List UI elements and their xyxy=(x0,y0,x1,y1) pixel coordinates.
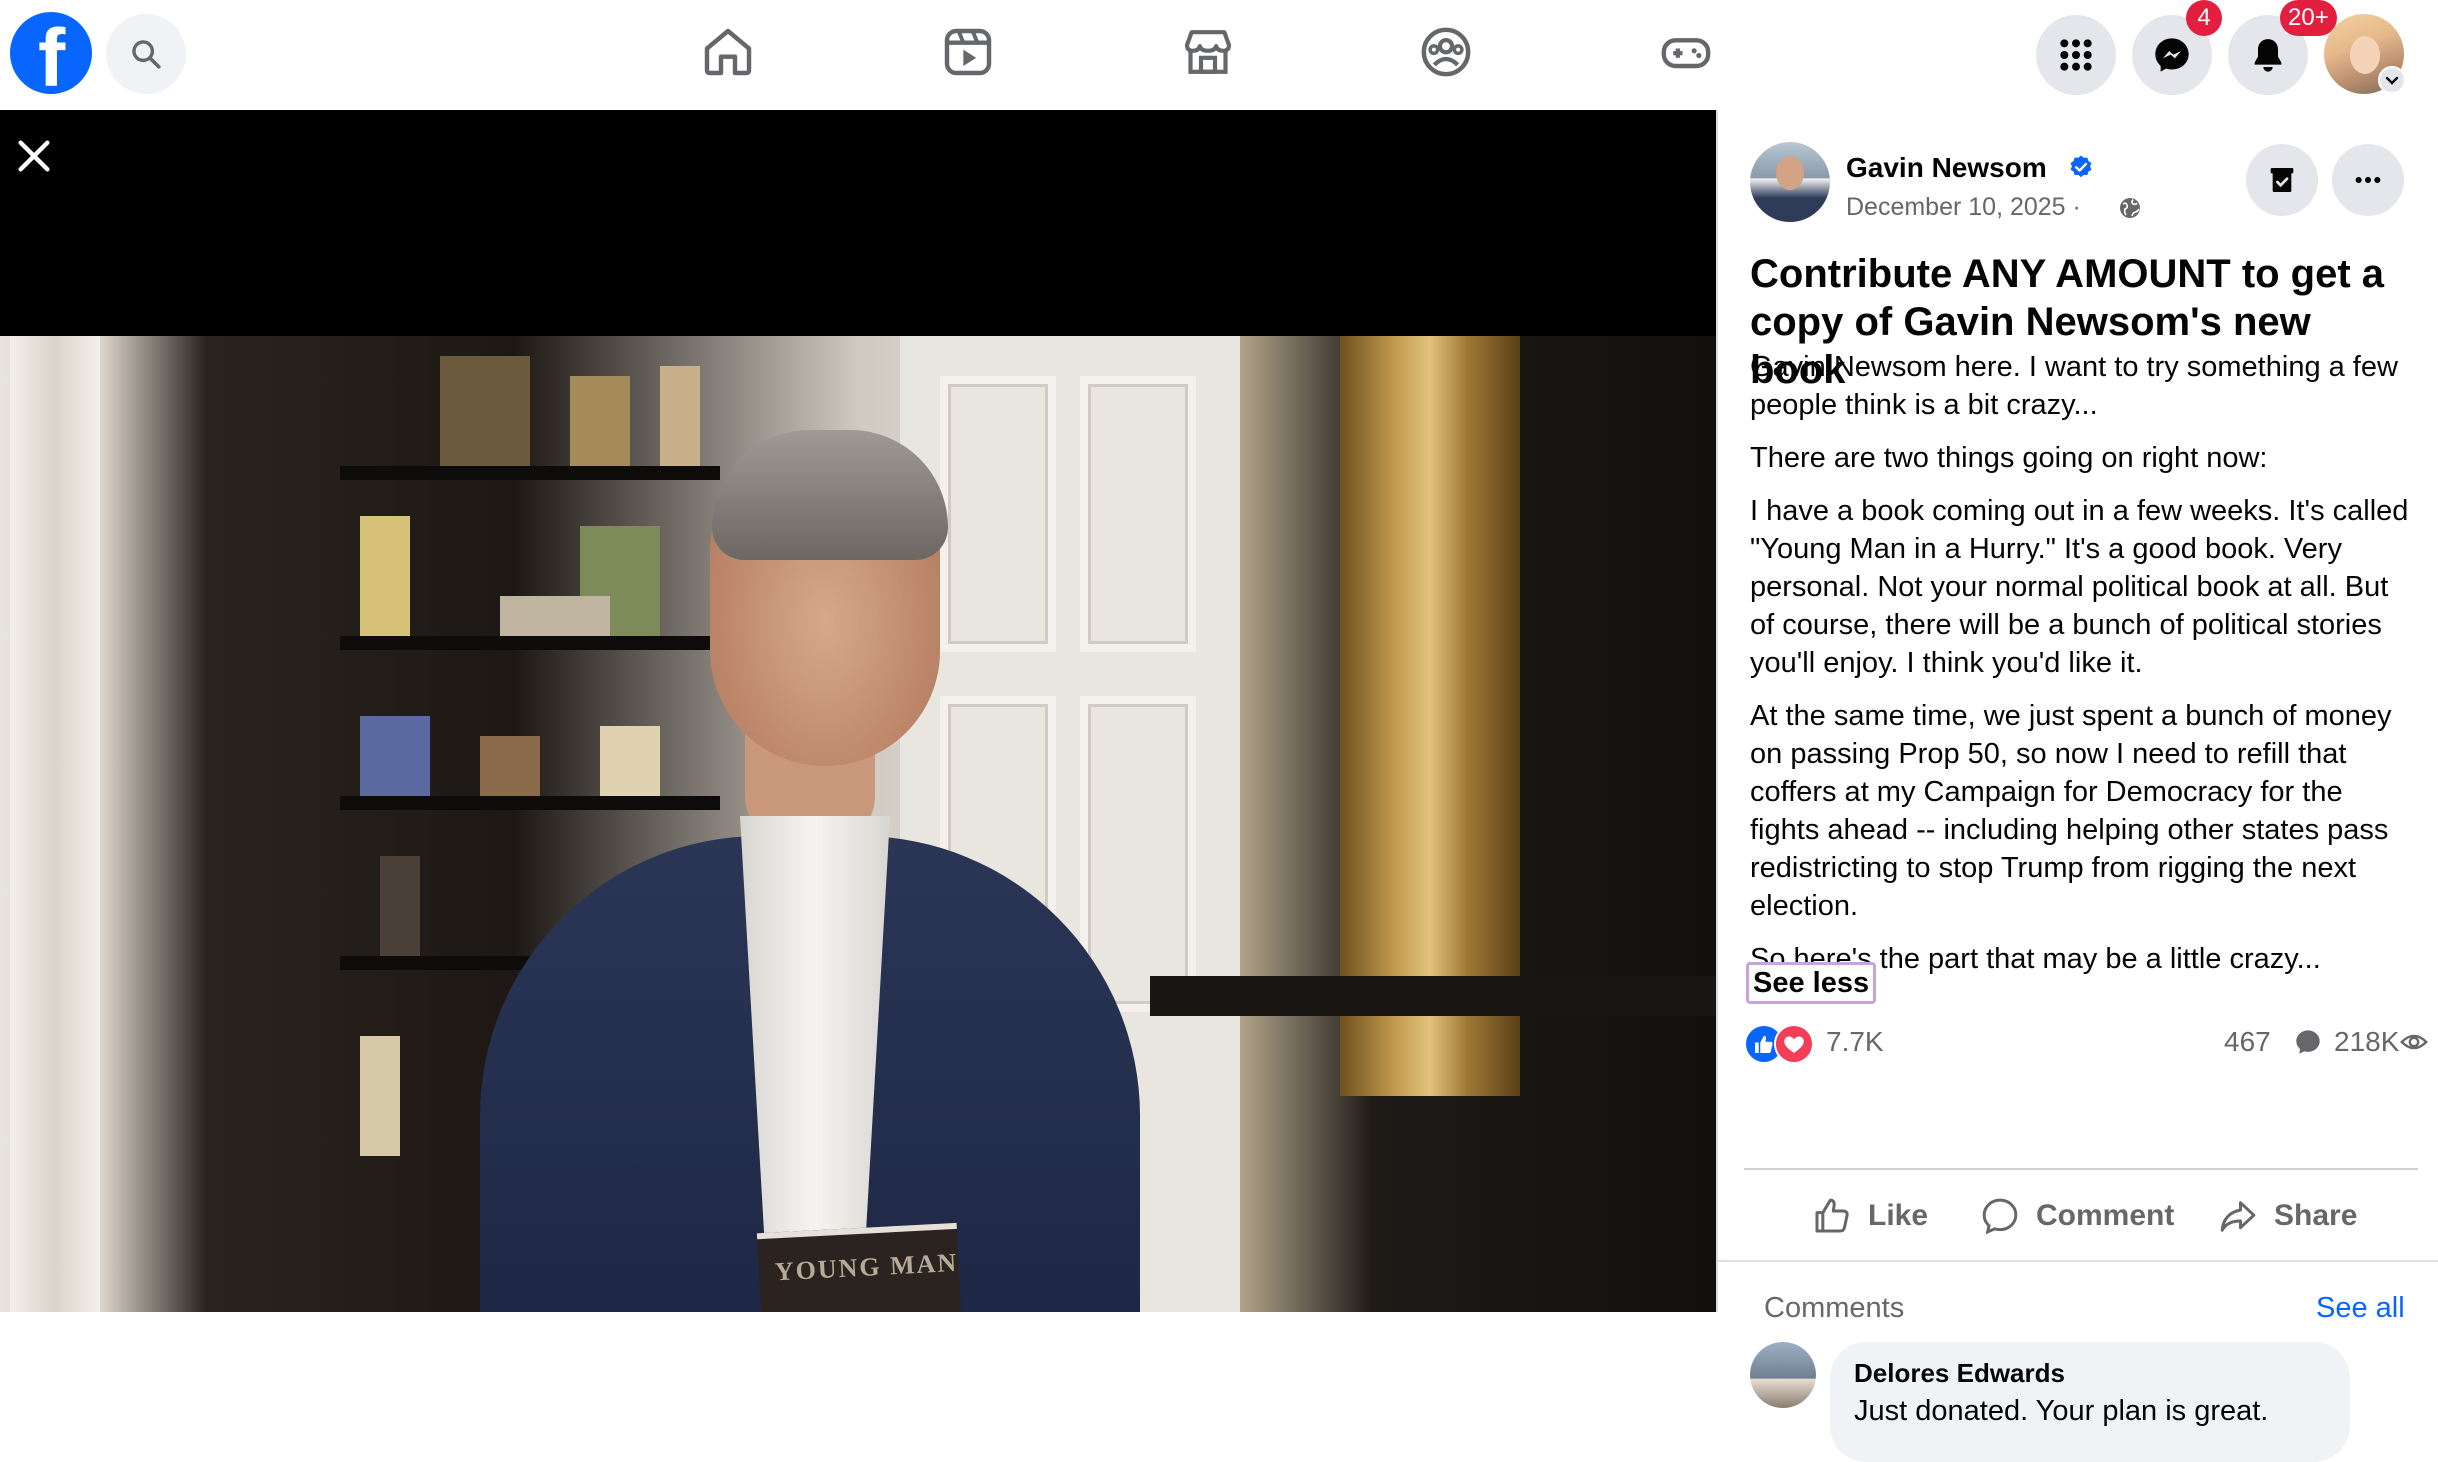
post-side-panel: Gavin Newsom December 10, 2025 · Contrib… xyxy=(1716,110,2438,1462)
video-icon[interactable] xyxy=(940,24,996,80)
room-column xyxy=(10,336,100,1312)
more-options-button[interactable] xyxy=(2332,144,2404,216)
comments-count[interactable]: 467 xyxy=(2224,1024,2271,1060)
comment-label: Comment xyxy=(2036,1199,2175,1232)
video-frame[interactable]: YOUNG MAN xyxy=(0,336,1716,1312)
see-all-comments-link[interactable]: See all xyxy=(2316,1290,2405,1326)
save-icon xyxy=(2270,168,2294,192)
shelf-item xyxy=(360,516,410,636)
comment-button[interactable]: Comment xyxy=(1980,1180,2180,1252)
reactions-summary: 7.7K 467 218K xyxy=(1744,1014,2428,1070)
top-navigation-bar: f 4 20+ xyxy=(0,0,2438,110)
comments-divider xyxy=(1718,1260,2438,1262)
views-count: 218K xyxy=(2334,1026,2400,1057)
share-label: Share xyxy=(2274,1199,2358,1232)
post-paragraph: Gavin Newsom here. I want to try somethi… xyxy=(1750,351,2398,421)
see-less-button[interactable]: See less xyxy=(1746,962,1877,1004)
love-reaction-icon[interactable] xyxy=(1774,1024,1814,1064)
account-avatar-face xyxy=(2350,36,2380,74)
comment-icon xyxy=(1982,1198,2018,1235)
menu-button[interactable] xyxy=(2036,15,2116,95)
post-date[interactable]: December 10, 2025 · xyxy=(1846,190,2081,224)
bell-icon xyxy=(2254,39,2282,72)
post-paragraph: I have a book coming out in a few weeks.… xyxy=(1750,495,2409,679)
notifications-badge: 20+ xyxy=(2280,0,2337,36)
post-paragraph: At the same time, we just spent a bunch … xyxy=(1750,700,2392,922)
commenter-name[interactable]: Delores Edwards xyxy=(1854,1356,2065,1390)
shelf-item xyxy=(360,716,430,796)
verified-badge-icon xyxy=(2070,155,2092,178)
gaming-icon[interactable] xyxy=(1658,24,1714,80)
date-separator: · xyxy=(2072,193,2081,221)
comment-bubble-icon xyxy=(2296,1030,2320,1054)
comments-heading: Comments xyxy=(1764,1292,1905,1324)
comment-text: Just donated. Your plan is great. xyxy=(1854,1395,2269,1427)
book-cover-text: YOUNG MAN xyxy=(774,1247,959,1287)
shelf-item xyxy=(500,596,610,636)
door-panel xyxy=(940,376,1056,652)
bookshelf-shelf xyxy=(340,796,720,810)
post-paragraph: There are two things going on right now: xyxy=(1750,442,2268,474)
shelf-item xyxy=(660,366,700,466)
bookshelf-shelf xyxy=(340,636,720,650)
share-icon xyxy=(2220,1201,2256,1232)
fireplace-mantel xyxy=(1150,976,1716,1016)
post-date-text[interactable]: December 10, 2025 xyxy=(1846,193,2066,221)
bookshelf-shelf xyxy=(340,466,720,480)
groups-icon[interactable] xyxy=(1418,24,1474,80)
globe-icon xyxy=(2120,198,2140,218)
facebook-logo[interactable]: f xyxy=(10,12,92,100)
shelf-item xyxy=(440,356,530,466)
like-button[interactable]: Like xyxy=(1812,1180,1928,1252)
door-panel xyxy=(1080,376,1196,652)
grid-menu-icon xyxy=(2060,39,2092,71)
save-button[interactable] xyxy=(2246,144,2318,216)
reactions-count[interactable]: 7.7K xyxy=(1826,1024,1884,1060)
close-icon[interactable] xyxy=(14,136,54,176)
eye-icon xyxy=(2400,1034,2428,1050)
search-icon xyxy=(132,40,161,69)
more-icon xyxy=(2355,176,2381,184)
shelf-item xyxy=(480,736,540,796)
chevron-down-icon xyxy=(2385,76,2399,85)
search-button[interactable] xyxy=(106,14,186,94)
like-label: Like xyxy=(1868,1199,1929,1232)
author-avatar[interactable] xyxy=(1750,142,1830,222)
like-icon xyxy=(1815,1198,1849,1233)
commenter-avatar[interactable] xyxy=(1750,1342,1816,1408)
held-book: YOUNG MAN xyxy=(756,1222,964,1312)
author-avatar-face xyxy=(1776,156,1804,190)
home-icon[interactable] xyxy=(700,24,756,80)
marketplace-icon[interactable] xyxy=(1180,24,1236,80)
facebook-logo-glyph: f xyxy=(38,13,66,104)
messenger-badge: 4 xyxy=(2186,0,2222,36)
door-panel xyxy=(1080,696,1196,1012)
shelf-item xyxy=(380,856,420,956)
messenger-icon xyxy=(2155,38,2189,72)
author-name[interactable]: Gavin Newsom xyxy=(1846,150,2047,186)
video-viewer[interactable]: YOUNG MAN xyxy=(0,110,1716,1312)
account-menu-chevron[interactable] xyxy=(2378,66,2406,94)
shelf-item xyxy=(600,726,660,796)
shelf-item xyxy=(570,376,630,466)
heart-icon xyxy=(1784,1036,1804,1053)
comment-bubble: Delores Edwards Just donated. Your plan … xyxy=(1830,1342,2350,1462)
share-button[interactable]: Share xyxy=(2218,1180,2368,1252)
shelf-item xyxy=(360,1036,400,1156)
reactions-divider xyxy=(1744,1168,2418,1170)
